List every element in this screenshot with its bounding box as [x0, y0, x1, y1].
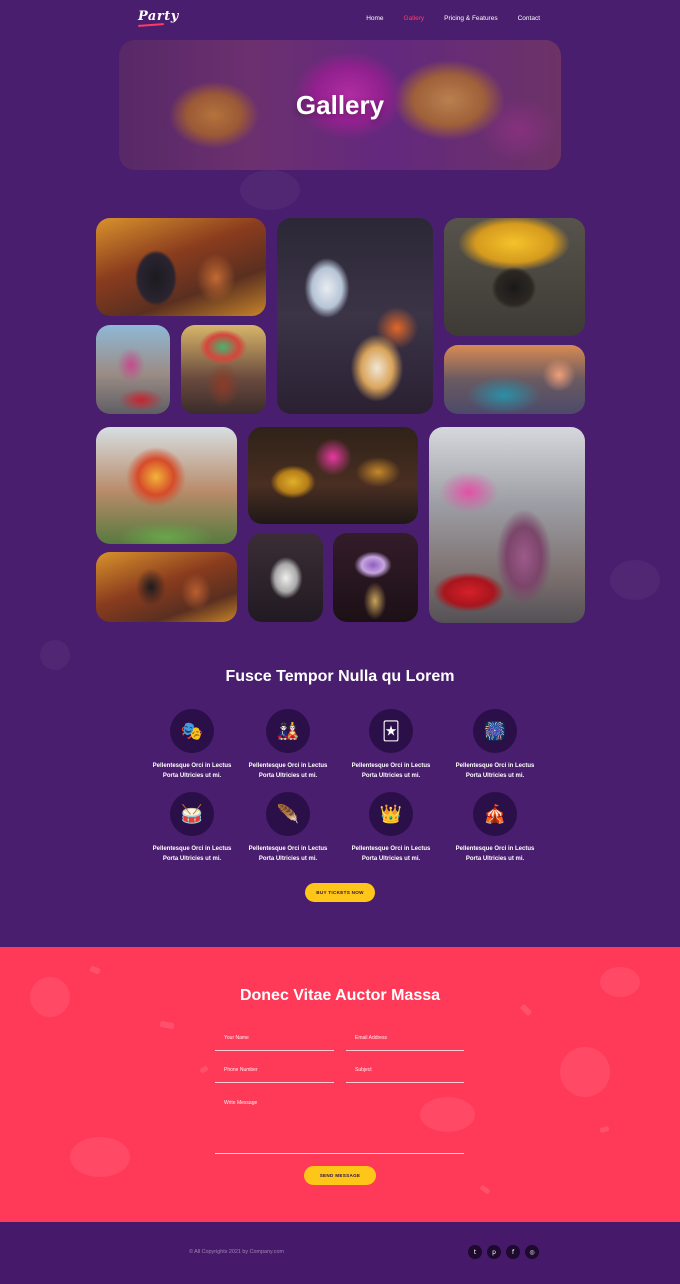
jester-mask-icon: 🃏 — [369, 709, 413, 753]
confetti-piece — [599, 1125, 610, 1134]
feature-item: 👑 Pellentesque Orci in Lectus Porta Ultri… — [339, 792, 443, 864]
gallery-photo-purple-mask[interactable] — [333, 533, 418, 622]
instagram-icon[interactable]: ◎ — [525, 1245, 539, 1259]
feature-line-2: Porta Ultricies ut mi. — [162, 856, 222, 862]
feature-line-1: Pellentesque Orci in Lectus — [455, 846, 535, 852]
social-links: t p f ◎ — [468, 1245, 539, 1259]
phone-field[interactable]: Phone Number — [215, 1067, 334, 1083]
confetti-bokeh — [560, 1047, 610, 1097]
subject-field[interactable]: Subject — [346, 1067, 464, 1083]
feature-line-2: Porta Ultricies ut mi. — [465, 856, 525, 862]
gallery-photo-lace-mask[interactable] — [248, 533, 323, 622]
pinterest-icon[interactable]: p — [487, 1245, 501, 1259]
feature-line-2: Porta Ultricies ut mi. — [465, 773, 525, 779]
feature-line-2: Porta Ultricies ut mi. — [361, 773, 421, 779]
logo-underline — [137, 23, 165, 27]
feature-item: 🎭 Pellentesque Orci in Lectus Porta Ultri… — [140, 709, 244, 781]
feature-item: 🎆 Pellentesque Orci in Lectus Porta Ultri… — [443, 709, 547, 781]
confetti-piece — [159, 1020, 175, 1030]
gallery-photo-carousel[interactable] — [96, 552, 237, 622]
page-title: Gallery — [295, 90, 385, 120]
confetti-bokeh — [70, 1137, 130, 1177]
gallery-photo-street-parade[interactable] — [444, 345, 585, 414]
confetti-piece — [199, 1065, 209, 1074]
circus-tent-icon: 🎪 — [473, 792, 517, 836]
feature-line-1: Pellentesque Orci in Lectus — [351, 763, 431, 769]
feature-item: 🥁 Pellentesque Orci in Lectus Porta Ultri… — [140, 792, 244, 864]
copyright-text: © All Copyrights 2021 by Company.com — [189, 1249, 284, 1255]
nav-link-contact[interactable]: Contact — [518, 15, 540, 22]
contact-section: Donec Vitae Auctor Massa Your Name Email… — [0, 947, 680, 1222]
feature-line-1: Pellentesque Orci in Lectus — [248, 846, 328, 852]
send-message-button[interactable]: SEND MESSAGE — [304, 1166, 376, 1185]
gallery-photo-mask-stall[interactable] — [248, 427, 418, 524]
feature-item: 🪶 Pellentesque Orci in Lectus Porta Ultri… — [236, 792, 340, 864]
facebook-icon[interactable]: f — [506, 1245, 520, 1259]
buy-tickets-button[interactable]: BUY TICKETS NOW — [305, 883, 375, 902]
theater-masks-icon: 🎭 — [170, 709, 214, 753]
feature-item: 🃏 Pellentesque Orci in Lectus Porta Ultri… — [339, 709, 443, 781]
feature-line-2: Porta Ultricies ut mi. — [162, 773, 222, 779]
top-navigation: Party Home Gallery Pricing & Features Co… — [0, 0, 680, 40]
feature-item: 🎎 Pellentesque Orci in Lectus Porta Ultri… — [236, 709, 340, 781]
gallery-photo-venetian-masks[interactable] — [277, 218, 433, 414]
footer: © All Copyrights 2021 by Company.com t p… — [0, 1222, 680, 1284]
background-bokeh — [240, 170, 300, 210]
background-bokeh — [40, 640, 70, 670]
drum-icon: 🥁 — [170, 792, 214, 836]
gallery-photo-carousel-horse[interactable] — [96, 218, 266, 316]
background-bokeh — [610, 560, 660, 600]
nav-link-pricing-features[interactable]: Pricing & Features — [444, 15, 497, 22]
gallery-photo-feather-costume[interactable] — [181, 325, 266, 414]
email-field[interactable]: Email Address — [346, 1035, 464, 1051]
nav-link-gallery[interactable]: Gallery — [404, 15, 425, 22]
gallery-photo-parade-dancer[interactable] — [96, 325, 170, 414]
feature-line-1: Pellentesque Orci in Lectus — [152, 846, 232, 852]
nav-links: Home Gallery Pricing & Features Contact — [346, 15, 540, 22]
fireworks-icon: 🎆 — [473, 709, 517, 753]
king-mask-icon: 👑 — [369, 792, 413, 836]
feature-line-2: Porta Ultricies ut mi. — [361, 856, 421, 862]
gallery-photo-feather-headdress[interactable] — [96, 427, 237, 544]
hero-banner: Gallery — [119, 40, 561, 170]
features-heading: Fusce Tempor Nulla qu Lorem — [225, 668, 455, 685]
contact-heading: Donec Vitae Auctor Massa — [239, 987, 441, 1004]
feather-mask-icon: 🪶 — [266, 792, 310, 836]
nav-link-home[interactable]: Home — [366, 15, 383, 22]
feature-line-1: Pellentesque Orci in Lectus — [455, 763, 535, 769]
gallery-photo-gold-headdress-mask[interactable] — [444, 218, 585, 336]
confetti-piece — [89, 965, 101, 975]
gallery-photo-parade-car[interactable] — [429, 427, 585, 623]
feature-line-2: Porta Ultricies ut mi. — [258, 773, 318, 779]
name-field[interactable]: Your Name — [215, 1035, 334, 1051]
party-mask-icon: 🎎 — [266, 709, 310, 753]
message-field[interactable]: Write Message — [215, 1100, 464, 1154]
party-logo[interactable]: Party — [138, 9, 179, 24]
feature-line-2: Porta Ultricies ut mi. — [258, 856, 318, 862]
twitter-icon[interactable]: t — [468, 1245, 482, 1259]
feature-line-1: Pellentesque Orci in Lectus — [351, 846, 431, 852]
feature-line-1: Pellentesque Orci in Lectus — [248, 763, 328, 769]
feature-line-1: Pellentesque Orci in Lectus — [152, 763, 232, 769]
feature-item: 🎪 Pellentesque Orci in Lectus Porta Ultri… — [443, 792, 547, 864]
confetti-piece — [479, 1184, 491, 1195]
confetti-piece — [519, 1003, 533, 1017]
